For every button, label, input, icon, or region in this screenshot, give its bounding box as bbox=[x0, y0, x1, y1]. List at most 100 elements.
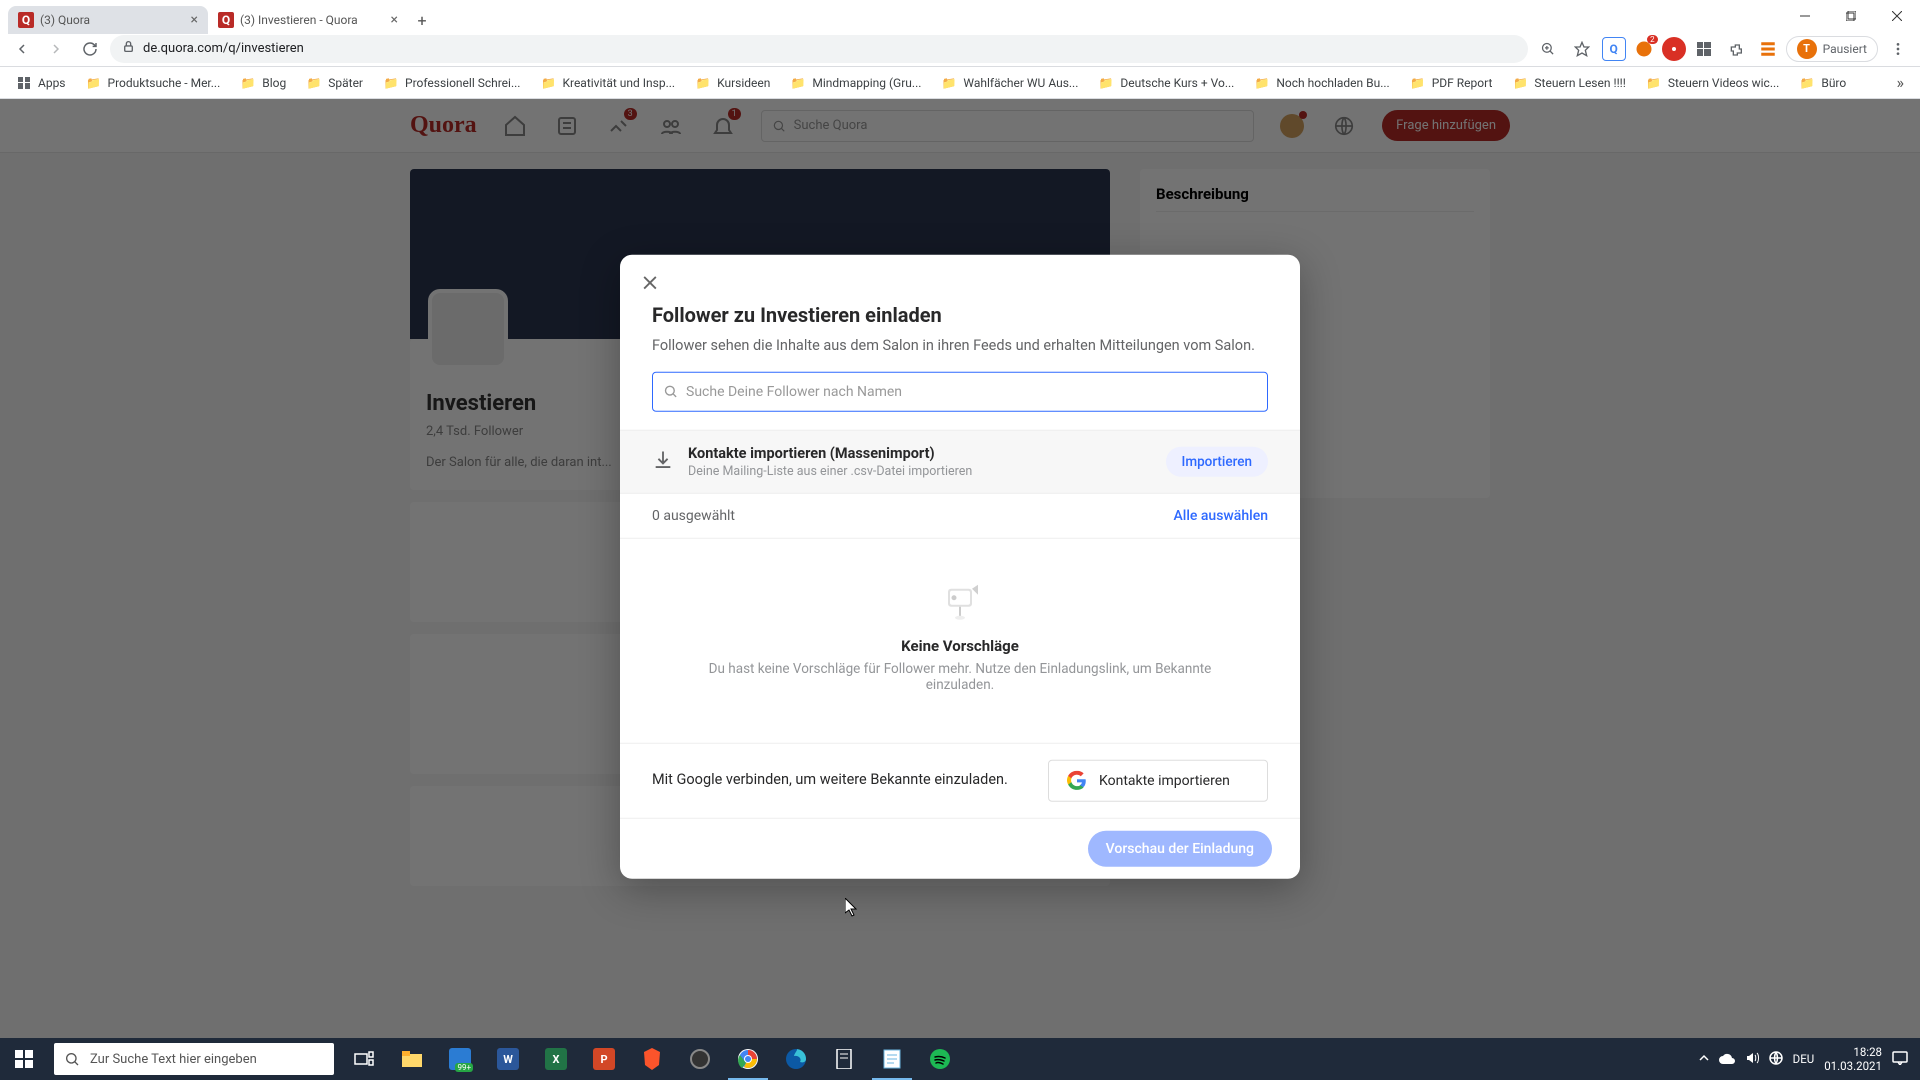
bookmark-item[interactable]: 📁Deutsche Kurs + Vo... bbox=[1090, 71, 1242, 95]
windows-taskbar: Zur Suche Text hier eingeben 99+ W X P D… bbox=[0, 1038, 1920, 1080]
chrome-icon[interactable] bbox=[724, 1038, 772, 1080]
ext-icon-5[interactable] bbox=[1756, 37, 1780, 61]
tab-title-0: (3) Quora bbox=[40, 13, 185, 27]
folder-icon: 📁 bbox=[790, 75, 806, 91]
taskbar-app-icon[interactable]: 99+ bbox=[436, 1038, 484, 1080]
back-button[interactable] bbox=[8, 35, 36, 63]
spotify-icon[interactable] bbox=[916, 1038, 964, 1080]
selection-row: 0 ausgewählt Alle auswählen bbox=[620, 493, 1300, 538]
bookmark-apps[interactable]: Apps bbox=[8, 71, 74, 95]
folder-icon: 📁 bbox=[1512, 75, 1528, 91]
modal-footer: Vorschau der Einladung bbox=[620, 817, 1300, 878]
folder-icon: 📁 bbox=[1098, 75, 1114, 91]
network-icon[interactable] bbox=[1769, 1051, 1783, 1068]
mailbox-icon bbox=[936, 578, 984, 624]
folder-icon: 📁 bbox=[1254, 75, 1270, 91]
system-tray: DEU 18:28 01.03.2021 bbox=[1687, 1045, 1920, 1074]
bookmark-item[interactable]: 📁Wahlfächer WU Aus... bbox=[933, 71, 1086, 95]
google-import-button[interactable]: Kontakte importieren bbox=[1048, 759, 1268, 801]
folder-icon: 📁 bbox=[240, 75, 256, 91]
word-icon[interactable]: W bbox=[484, 1038, 532, 1080]
ext-icon-2[interactable]: 2 bbox=[1632, 37, 1656, 61]
bookmark-item[interactable]: 📁Mindmapping (Gru... bbox=[782, 71, 929, 95]
empty-state: Keine Vorschläge Du hast keine Vorschläg… bbox=[652, 538, 1268, 742]
bookmark-item[interactable]: 📁Später bbox=[298, 71, 371, 95]
folder-icon: 📁 bbox=[695, 75, 711, 91]
bookmark-item[interactable]: 📁Steuern Videos wic... bbox=[1638, 71, 1787, 95]
follower-search-box[interactable] bbox=[652, 371, 1268, 411]
taskbar-search[interactable]: Zur Suche Text hier eingeben bbox=[54, 1043, 334, 1075]
folder-icon: 📁 bbox=[941, 75, 957, 91]
language-indicator[interactable]: DEU bbox=[1793, 1052, 1815, 1066]
close-icon[interactable] bbox=[636, 268, 664, 296]
extensions-icon[interactable] bbox=[1722, 35, 1750, 63]
profile-label: Pausiert bbox=[1823, 42, 1867, 56]
select-all-button[interactable]: Alle auswählen bbox=[1173, 507, 1268, 523]
obs-icon[interactable] bbox=[676, 1038, 724, 1080]
google-connect-row: Mit Google verbinden, um weitere Bekannt… bbox=[620, 742, 1300, 817]
action-center-icon[interactable] bbox=[1892, 1051, 1908, 1068]
onedrive-icon[interactable] bbox=[1719, 1052, 1735, 1067]
url-text: de.quora.com/q/investieren bbox=[143, 41, 304, 56]
folder-icon: 📁 bbox=[540, 75, 556, 91]
quora-favicon: Q bbox=[18, 12, 34, 28]
bookmark-item[interactable]: 📁PDF Report bbox=[1402, 71, 1501, 95]
bookmark-item[interactable]: 📁Büro bbox=[1791, 71, 1854, 95]
taskbar-clock[interactable]: 18:28 01.03.2021 bbox=[1824, 1045, 1882, 1074]
bookmark-item[interactable]: 📁Noch hochladen Bu... bbox=[1246, 71, 1397, 95]
bookmarks-overflow[interactable]: » bbox=[1889, 69, 1913, 96]
search-icon bbox=[663, 384, 678, 399]
ext-icon-4[interactable] bbox=[1692, 37, 1716, 61]
extensions-area: Q 2 T Pausiert bbox=[1534, 35, 1912, 63]
window-controls bbox=[1782, 0, 1920, 31]
bookmark-item[interactable]: 📁Kreativität und Insp... bbox=[532, 71, 683, 95]
modal-description: Follower sehen die Inhalte aus dem Salon… bbox=[652, 334, 1268, 355]
empty-title: Keine Vorschläge bbox=[684, 636, 1236, 654]
bookmark-item[interactable]: 📁Produktsuche - Mer... bbox=[78, 71, 229, 95]
excel-icon[interactable]: X bbox=[532, 1038, 580, 1080]
browser-tab-1[interactable]: Q (3) Investieren - Quora × bbox=[208, 6, 408, 34]
profile-button[interactable]: T Pausiert bbox=[1786, 36, 1878, 62]
preview-invitation-button[interactable]: Vorschau der Einladung bbox=[1088, 830, 1272, 866]
file-explorer-icon[interactable] bbox=[388, 1038, 436, 1080]
maximize-button[interactable] bbox=[1828, 0, 1874, 31]
brave-icon[interactable] bbox=[628, 1038, 676, 1080]
task-view-icon[interactable] bbox=[340, 1038, 388, 1080]
tray-chevron-icon[interactable] bbox=[1699, 1052, 1709, 1066]
bookmark-item[interactable]: 📁Steuern Lesen !!!! bbox=[1504, 71, 1633, 95]
tab-close-icon[interactable]: × bbox=[191, 12, 198, 28]
modal-title: Follower zu Investieren einladen bbox=[652, 302, 1268, 326]
tab-close-icon[interactable]: × bbox=[391, 12, 398, 28]
forward-button[interactable] bbox=[42, 35, 70, 63]
taskbar-app-icon[interactable] bbox=[820, 1038, 868, 1080]
ext-icon-3[interactable] bbox=[1662, 37, 1686, 61]
close-window-button[interactable] bbox=[1874, 0, 1920, 31]
folder-icon: 📁 bbox=[86, 75, 102, 91]
browser-tab-0[interactable]: Q (3) Quora × bbox=[8, 6, 208, 34]
address-bar[interactable]: de.quora.com/q/investieren bbox=[110, 35, 1528, 63]
zoom-icon[interactable] bbox=[1534, 35, 1562, 63]
folder-icon: 📁 bbox=[1410, 75, 1426, 91]
minimize-button[interactable] bbox=[1782, 0, 1828, 31]
folder-icon: 📁 bbox=[1799, 75, 1815, 91]
bookmark-item[interactable]: 📁Kursideen bbox=[687, 71, 778, 95]
reload-button[interactable] bbox=[76, 35, 104, 63]
apps-icon bbox=[16, 75, 32, 91]
lock-icon bbox=[122, 40, 135, 57]
powerpoint-icon[interactable]: P bbox=[580, 1038, 628, 1080]
import-button[interactable]: Importieren bbox=[1166, 446, 1269, 476]
new-tab-button[interactable]: + bbox=[408, 6, 436, 34]
start-button[interactable] bbox=[0, 1038, 48, 1080]
menu-button[interactable] bbox=[1884, 35, 1912, 63]
star-icon[interactable] bbox=[1568, 35, 1596, 63]
google-connect-text: Mit Google verbinden, um weitere Bekannt… bbox=[652, 770, 1028, 790]
notepad-icon[interactable] bbox=[868, 1038, 916, 1080]
ext-icon-1[interactable]: Q bbox=[1602, 37, 1626, 61]
volume-icon[interactable] bbox=[1745, 1051, 1759, 1068]
tab-title-1: (3) Investieren - Quora bbox=[240, 13, 385, 27]
bookmark-item[interactable]: 📁Blog bbox=[232, 71, 294, 95]
follower-search-input[interactable] bbox=[686, 383, 1257, 399]
bookmark-item[interactable]: 📁Professionell Schrei... bbox=[375, 71, 528, 95]
invite-followers-modal: Follower zu Investieren einladen Followe… bbox=[620, 254, 1300, 878]
edge-icon[interactable] bbox=[772, 1038, 820, 1080]
